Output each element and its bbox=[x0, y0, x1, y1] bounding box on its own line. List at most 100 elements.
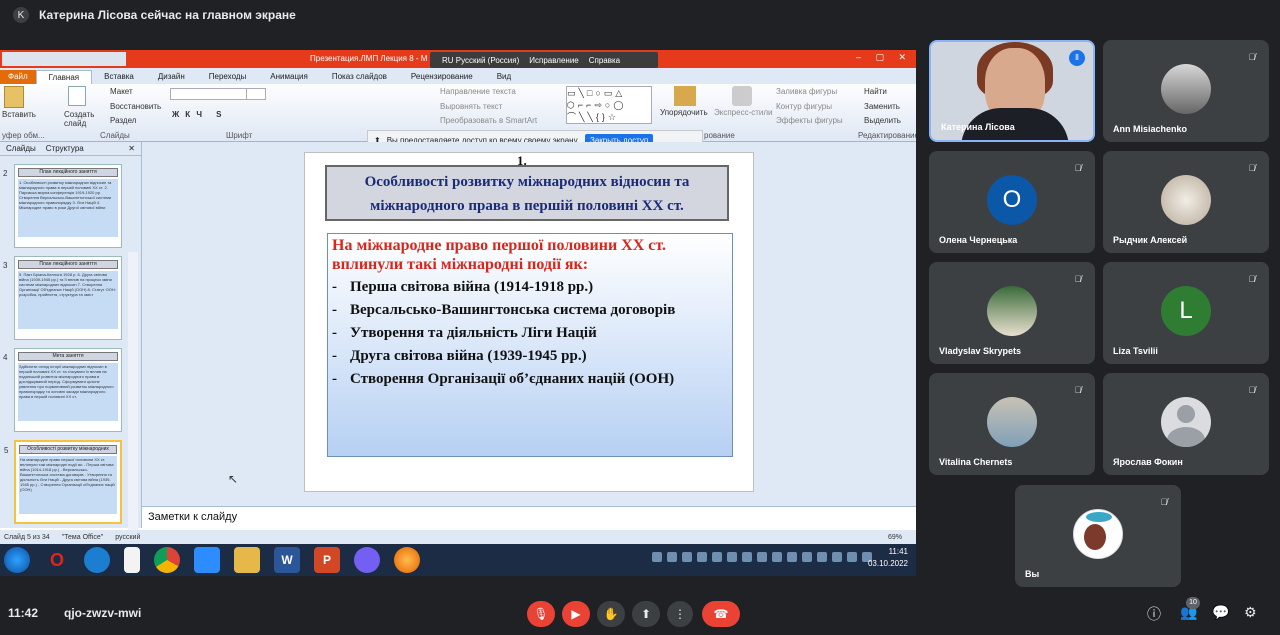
arrange-icon[interactable] bbox=[674, 86, 696, 106]
meeting-code[interactable]: qjo-zwzv-mwi bbox=[64, 606, 141, 620]
activities-icon[interactable]: ⚙ bbox=[1244, 604, 1257, 621]
font-format-buttons[interactable]: ЖКЧ S bbox=[172, 110, 228, 119]
tab-home[interactable]: Главная bbox=[35, 70, 93, 84]
powerpoint-icon[interactable]: P bbox=[314, 547, 340, 573]
font-size-select[interactable] bbox=[246, 88, 266, 100]
fix-button[interactable]: Исправление bbox=[529, 56, 579, 65]
viber-icon[interactable] bbox=[354, 547, 380, 573]
restore-button[interactable]: Восстановить bbox=[110, 102, 161, 111]
group-label-drawing: рование bbox=[704, 131, 735, 140]
replace-button[interactable]: Заменить bbox=[864, 102, 900, 111]
participant-tile-self[interactable]: 🎙̸ Вы bbox=[1015, 485, 1181, 587]
slide-thumbnail-selected[interactable]: 5 Особливості розвитку міжнародних відно… bbox=[4, 440, 122, 524]
system-tray[interactable] bbox=[652, 552, 872, 562]
tab-slideshow[interactable]: Показ слайдов bbox=[320, 70, 399, 84]
slide-content: На міжнародне право першої половини XX с… bbox=[327, 233, 733, 457]
paste-button[interactable]: Вставить bbox=[2, 110, 36, 119]
smartart-button[interactable]: Преобразовать в SmartArt bbox=[440, 116, 537, 125]
mic-off-button[interactable]: 🎙 bbox=[527, 601, 555, 627]
avatar: O bbox=[987, 175, 1037, 225]
participant-tile[interactable]: 🎙̸ Рыдчик Алексей bbox=[1103, 151, 1269, 253]
language-bar[interactable]: RU Русский (Россия) Исправление Справка bbox=[430, 52, 658, 68]
quick-styles-button[interactable]: Экспресс-стили bbox=[714, 108, 773, 117]
window-controls[interactable]: – ▢ ✕ bbox=[856, 52, 912, 63]
tab-design[interactable]: Дизайн bbox=[146, 70, 197, 84]
firefox-icon[interactable] bbox=[394, 547, 420, 573]
language-status[interactable]: русский bbox=[115, 534, 140, 541]
tab-view[interactable]: Вид bbox=[485, 70, 523, 84]
participant-tile[interactable]: 🎙̸ Ярослав Фокин bbox=[1103, 373, 1269, 475]
participant-name: Катерина Лісова bbox=[941, 122, 1015, 132]
select-button[interactable]: Выделить bbox=[864, 116, 901, 125]
help-button[interactable]: Справка bbox=[589, 56, 620, 65]
bullet-dash: - bbox=[332, 325, 337, 341]
tab-file[interactable]: Файл bbox=[0, 70, 36, 84]
arrange-button[interactable]: Упорядочить bbox=[660, 108, 708, 117]
thumb-body: Здійснити огляд історії міжнародних відн… bbox=[18, 363, 118, 421]
align-text-button[interactable]: Выровнять текст bbox=[440, 102, 502, 111]
list-item: - Версальсько-Вашингтонська система догов… bbox=[332, 301, 732, 320]
meeting-time: 11:42 bbox=[8, 606, 39, 620]
thumb-body: 5. Пакт Бріана-Келлога 1928 р. 6. Друга … bbox=[18, 271, 118, 329]
slide-title: Особливості розвитку міжнародних відноси… bbox=[325, 165, 729, 221]
bullet-dash: - bbox=[332, 371, 337, 387]
opera-icon[interactable]: O bbox=[44, 547, 70, 573]
slide-thumbnail[interactable]: 2 План лекційного заняття 1. Особливості… bbox=[3, 164, 122, 248]
explorer-icon[interactable] bbox=[234, 547, 260, 573]
panel-scrollbar[interactable] bbox=[128, 252, 138, 576]
close-panel-icon[interactable]: ✕ bbox=[128, 144, 135, 153]
tab-outline[interactable]: Структура bbox=[46, 144, 84, 153]
chrome-icon[interactable] bbox=[154, 547, 180, 573]
bullet-text: Версальсько-Вашингтонська система догово… bbox=[350, 302, 676, 318]
leave-call-button[interactable]: ☎ bbox=[702, 601, 740, 627]
list-item: - Утворення та діяльність Ліги Націй bbox=[332, 324, 732, 343]
text-direction-button[interactable]: Направление текста bbox=[440, 87, 516, 96]
notes-field[interactable]: Заметки к слайду bbox=[142, 506, 916, 528]
tab-slides[interactable]: Слайды bbox=[6, 144, 36, 153]
find-button[interactable]: Найти bbox=[864, 87, 887, 96]
raise-hand-button[interactable]: ✋ bbox=[597, 601, 625, 627]
language-indicator[interactable]: RU Русский (Россия) bbox=[442, 56, 519, 65]
camera-off-button[interactable]: ▶ bbox=[562, 601, 590, 627]
new-slide-icon[interactable] bbox=[68, 86, 86, 106]
bullet-dash: - bbox=[332, 348, 337, 364]
zoom-level[interactable]: 69% bbox=[888, 534, 902, 541]
more-options-button[interactable]: ⋮ bbox=[667, 601, 693, 627]
bullet-dash: - bbox=[332, 279, 337, 295]
layout-button[interactable]: Макет bbox=[110, 87, 133, 96]
present-button[interactable]: ⬆ bbox=[632, 601, 660, 627]
participant-tile-speaker[interactable]: ⦀ Катерина Лісова bbox=[929, 40, 1095, 142]
paste-icon[interactable] bbox=[4, 86, 24, 108]
word-icon[interactable]: W bbox=[274, 547, 300, 573]
edge-icon[interactable] bbox=[84, 547, 110, 573]
zoom-icon[interactable] bbox=[194, 547, 220, 573]
current-slide[interactable]: 1. Особливості розвитку міжнародних відн… bbox=[304, 152, 754, 492]
info-icon[interactable]: ⓘ bbox=[1147, 604, 1161, 624]
tab-insert[interactable]: Вставка bbox=[92, 70, 146, 84]
participant-tile[interactable]: 🎙̸ L Liza Tsvilii bbox=[1103, 262, 1269, 364]
start-button-icon[interactable] bbox=[4, 547, 30, 573]
slide-thumbnail[interactable]: 4 Мета заняття Здійснити огляд історії м… bbox=[3, 348, 122, 432]
shape-fill-button[interactable]: Заливка фигуры bbox=[776, 87, 837, 96]
participant-tile[interactable]: 🎙̸ Vitalina Chernets bbox=[929, 373, 1095, 475]
tab-animation[interactable]: Анимация bbox=[258, 70, 320, 84]
avatar bbox=[987, 397, 1037, 447]
tab-transitions[interactable]: Переходы bbox=[197, 70, 259, 84]
chat-icon[interactable]: 💬 bbox=[1212, 604, 1229, 621]
section-button[interactable]: Раздел bbox=[110, 116, 136, 125]
file-icon[interactable] bbox=[124, 547, 140, 573]
shape-outline-button[interactable]: Контур фигуры bbox=[776, 102, 832, 111]
tab-review[interactable]: Рецензирование bbox=[399, 70, 485, 84]
shape-effects-button[interactable]: Эффекты фигуры bbox=[776, 116, 843, 125]
group-label-slides: Слайды bbox=[100, 131, 130, 140]
new-slide-button[interactable]: Создать слайд bbox=[64, 110, 94, 128]
quick-styles-icon[interactable] bbox=[732, 86, 752, 106]
participant-tile[interactable]: 🎙̸ Vladyslav Skrypets bbox=[929, 262, 1095, 364]
taskbar-clock[interactable]: 11:41 03.10.2022 bbox=[868, 546, 908, 570]
participant-tile[interactable]: 🎙̸ Ann Misiachenko bbox=[1103, 40, 1269, 142]
quick-access-toolbar[interactable] bbox=[2, 52, 126, 66]
shapes-gallery[interactable]: ▭╲□○▭△ ⬡⌐⌐⇨○◯ ⌒╲╲{}☆ bbox=[566, 86, 652, 124]
slide-thumbnail[interactable]: 3 План лекційного заняття 5. Пакт Бріана… bbox=[3, 256, 122, 340]
participant-tile[interactable]: 🎙̸ O Олена Чернецька bbox=[929, 151, 1095, 253]
thumb-number: 3 bbox=[3, 261, 8, 270]
